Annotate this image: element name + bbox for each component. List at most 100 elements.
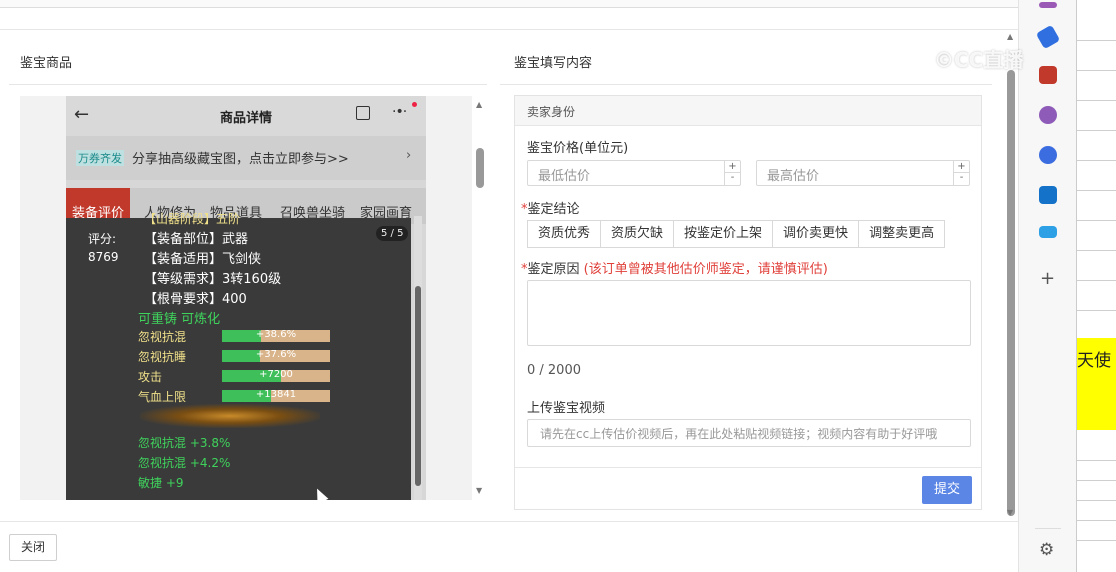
footer-divider	[0, 521, 1018, 522]
price-label: 鉴宝价格(单位元)	[527, 141, 629, 156]
conclusion-option[interactable]: 调价卖更快	[773, 221, 860, 247]
chevron-right-icon: ›	[406, 148, 412, 163]
max-price-stepper[interactable]: + -	[953, 161, 969, 185]
reason-warning: (该订单曾被其他估价师鉴定，请谨慎评估)	[583, 262, 828, 277]
conclusion-option[interactable]: 资质优秀	[528, 221, 602, 247]
grid-line	[1077, 250, 1116, 251]
stat-bar: +13841	[222, 389, 330, 402]
grid-line	[1077, 280, 1116, 281]
grid-line	[1077, 460, 1116, 461]
browser-sidebar: + ⚙	[1018, 0, 1076, 572]
product-preview-pane[interactable]: ← 商品详情 ·•· 万券齐发 分享抽高级藏宝图，点击立即参与>> › 装备评价…	[20, 96, 472, 500]
stat-value: +13841	[255, 389, 297, 400]
grid-line	[1077, 480, 1116, 481]
max-price-input[interactable]: 最高估价 + -	[756, 160, 970, 186]
phone-header: ← 商品详情 ·•·	[66, 96, 426, 136]
left-section-title: 鉴宝商品	[20, 56, 73, 71]
bonus-line: 忽视抗混 +3.8%	[138, 436, 231, 450]
tag-icon[interactable]	[1035, 24, 1061, 50]
min-price-stepper[interactable]: + -	[724, 161, 740, 185]
equipment-tooltip: 【山器阶段】五阶 评分: 8769 5 / 5 【装备部位】武器 【装备适用】飞…	[66, 212, 411, 500]
outlook-icon[interactable]	[1039, 186, 1057, 204]
attr-line: 【等级需求】3转160级	[144, 272, 282, 287]
left-scrollbar[interactable]: ▲ ▼	[474, 96, 486, 500]
video-label: 上传鉴宝视频	[527, 401, 606, 416]
sidebar-divider	[1035, 528, 1061, 529]
form-divider	[515, 467, 981, 468]
reforge-text: 可重铸 可炼化	[138, 312, 221, 327]
phone-title: 商品详情	[219, 111, 272, 126]
stat-label: 攻击	[138, 370, 163, 384]
reason-label-text: 鉴定原因	[527, 262, 580, 277]
attr-partial-top: 【山器阶段】五阶	[144, 212, 241, 226]
promo-text: 分享抽高级藏宝图，点击立即参与>>	[132, 152, 349, 167]
promo-tag: 万券齐发	[76, 150, 124, 166]
copilot-icon[interactable]	[1039, 146, 1057, 164]
close-button[interactable]: 关闭	[9, 534, 57, 561]
plus-icon[interactable]: +	[1040, 268, 1055, 289]
grid-line	[1077, 540, 1116, 541]
main-scroll-thumb[interactable]	[1007, 70, 1015, 516]
conclusion-option[interactable]: 调整卖更高	[859, 221, 945, 247]
bonus-line: 敏捷 +9	[138, 476, 184, 490]
grid-line	[1077, 190, 1116, 191]
product-screenshot: ← 商品详情 ·•· 万券齐发 分享抽高级藏宝图，点击立即参与>> › 装备评价…	[66, 96, 426, 500]
min-price-placeholder: 最低估价	[538, 169, 591, 184]
main-scrollbar[interactable]: ▲ ▼	[1004, 30, 1018, 520]
char-count: 0 / 2000	[527, 363, 581, 378]
top-bar	[0, 0, 1018, 30]
scroll-up-icon[interactable]: ▲	[476, 100, 482, 109]
background-spreadsheet: 天使	[1076, 0, 1116, 572]
sidebar-app-icon[interactable]	[1039, 2, 1057, 8]
conclusion-label-text: 鉴定结论	[527, 202, 580, 217]
scroll-down-icon[interactable]: ▼	[476, 486, 482, 495]
max-price-placeholder: 最高估价	[767, 169, 820, 184]
cell-text: 天使	[1077, 351, 1111, 371]
scroll-down-icon[interactable]: ▼	[1007, 508, 1013, 517]
seller-header-text: 卖家身份	[527, 105, 576, 119]
briefcase-icon[interactable]	[1039, 66, 1057, 84]
seller-header: 卖家身份	[515, 96, 981, 126]
decrement-icon[interactable]: -	[725, 173, 740, 185]
conclusion-options: 资质优秀 资质欠缺 按鉴定价上架 调价卖更快 调整卖更高	[527, 220, 946, 248]
top-bar-strip	[0, 0, 1018, 8]
left-scroll-thumb[interactable]	[476, 148, 484, 188]
gear-icon[interactable]: ⚙	[1039, 540, 1054, 560]
share-icon	[356, 106, 370, 120]
stat-bar: +7200	[222, 369, 330, 382]
reason-textarea[interactable]	[527, 280, 971, 346]
video-link-input[interactable]: 请先在cc上传估价视频后，再在此处粘贴视频链接；视频内容有助于好评哦	[527, 419, 971, 447]
grid-line	[1077, 100, 1116, 101]
page-badge: 5 / 5	[376, 226, 409, 241]
grid-line	[1077, 160, 1116, 161]
appraisal-form: 卖家身份 鉴宝价格(单位元) 最低估价 + - 最高估价 + - *鉴定结论 资质优…	[514, 95, 982, 510]
phone-scroll-thumb	[415, 286, 421, 486]
stat-label: 忽视抗睡	[138, 350, 187, 364]
conclusion-option[interactable]: 资质欠缺	[601, 221, 675, 247]
conclusion-label: *鉴定结论	[521, 198, 580, 217]
attr-line: 【装备部位】武器	[144, 232, 249, 247]
bonus-line: 忽视抗混 +4.2%	[138, 456, 231, 470]
conclusion-option[interactable]: 按鉴定价上架	[674, 221, 774, 247]
min-price-input[interactable]: 最低估价 + -	[527, 160, 741, 186]
stat-value: +7200	[259, 369, 293, 380]
scroll-up-icon[interactable]: ▲	[1007, 32, 1013, 41]
send-icon[interactable]	[1039, 226, 1057, 238]
stat-label: 气血上限	[138, 390, 187, 404]
decrement-icon[interactable]: -	[954, 173, 969, 185]
score-value: 8769	[88, 250, 119, 264]
phone-scrollbar	[414, 216, 422, 500]
submit-button[interactable]: 提交	[922, 476, 972, 504]
mouse-cursor-icon	[311, 486, 329, 500]
video-placeholder: 请先在cc上传估价视频后，再在此处粘贴视频链接；视频内容有助于好评哦	[540, 427, 938, 441]
stat-value: +37.6%	[255, 349, 297, 360]
person-icon[interactable]	[1039, 106, 1057, 124]
stat-value: +38.6%	[255, 329, 297, 340]
grid-line	[1077, 310, 1116, 311]
more-icon: ·•·	[392, 104, 407, 120]
stat-bar: +38.6%	[222, 329, 330, 342]
stat-bar: +37.6%	[222, 349, 330, 362]
attr-line: 【根骨要求】400	[144, 292, 247, 307]
notification-dot	[412, 102, 417, 107]
right-title-divider	[500, 84, 992, 85]
